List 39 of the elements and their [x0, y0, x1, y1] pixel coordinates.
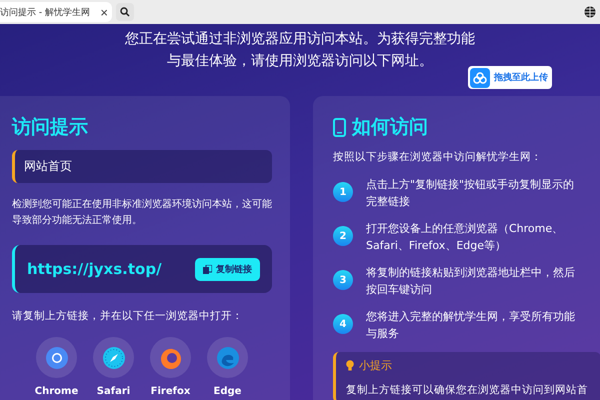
- browser-name: Safari: [96, 386, 130, 397]
- browser-button[interactable]: [93, 337, 134, 378]
- tip-text: 复制上方链接可以确保您在浏览器中访问到网站首: [346, 384, 588, 396]
- step-number: 4: [333, 314, 353, 334]
- howto-intro: 按照以下步骤在浏览器中访问解忧学生网：: [333, 150, 543, 164]
- browser-tab[interactable]: 访问提示 - 解忧学生网 ×: [0, 2, 112, 22]
- browser-instruction: 请复制上方链接，并在以下任一浏览器中打开：: [12, 309, 244, 323]
- copy-link-button[interactable]: 复制链接: [195, 258, 260, 280]
- browser-name: Edge: [214, 386, 242, 397]
- chrome-icon: [44, 346, 68, 370]
- step-number: 2: [333, 226, 353, 246]
- page-label: 网站首页: [12, 150, 272, 183]
- upload-button[interactable]: 拖拽至此上传: [468, 66, 552, 89]
- search-icon: [120, 7, 130, 17]
- tip-title: 小提示: [359, 358, 392, 373]
- copy-icon: [203, 264, 212, 274]
- step-text: 打开您设备上的任意浏览器（Chrome、Safari、Firefox、Edge等）: [366, 221, 564, 254]
- cloud-icon: [473, 72, 487, 84]
- tab-close-button[interactable]: ×: [100, 4, 108, 20]
- compass-icon: [102, 346, 126, 370]
- phone-icon: [333, 118, 346, 136]
- browser-button[interactable]: [36, 337, 77, 378]
- browser-name: Firefox: [150, 386, 190, 397]
- step-text: 点击上方"复制链接"按钮或手动复制显示的完整链接: [366, 177, 576, 210]
- step-number: 1: [333, 182, 353, 202]
- globe-icon[interactable]: [584, 6, 596, 18]
- url-text: https://jyxs.top/: [27, 260, 162, 278]
- browser-name: Chrome: [34, 386, 78, 397]
- notice-description: 检测到您可能正在使用非标准浏览器环境访问本站，这可能导致部分功能无法正常使用。: [12, 198, 272, 228]
- step-text: 将复制的链接粘贴到浏览器地址栏中，然后按回车键访问: [366, 265, 576, 298]
- step-text: 您将进入完整的解忧学生网，享受所有功能与服务: [366, 309, 576, 342]
- notice-title: 访问提示: [12, 115, 89, 140]
- step-number: 3: [333, 270, 353, 290]
- browser-button[interactable]: [150, 337, 191, 378]
- wave-icon: [216, 346, 240, 370]
- search-button[interactable]: [116, 3, 134, 21]
- howto-title-text: 如何访问: [352, 115, 428, 140]
- tab-title: 访问提示 - 解忧学生网: [0, 6, 90, 18]
- lightbulb-icon: [346, 360, 354, 371]
